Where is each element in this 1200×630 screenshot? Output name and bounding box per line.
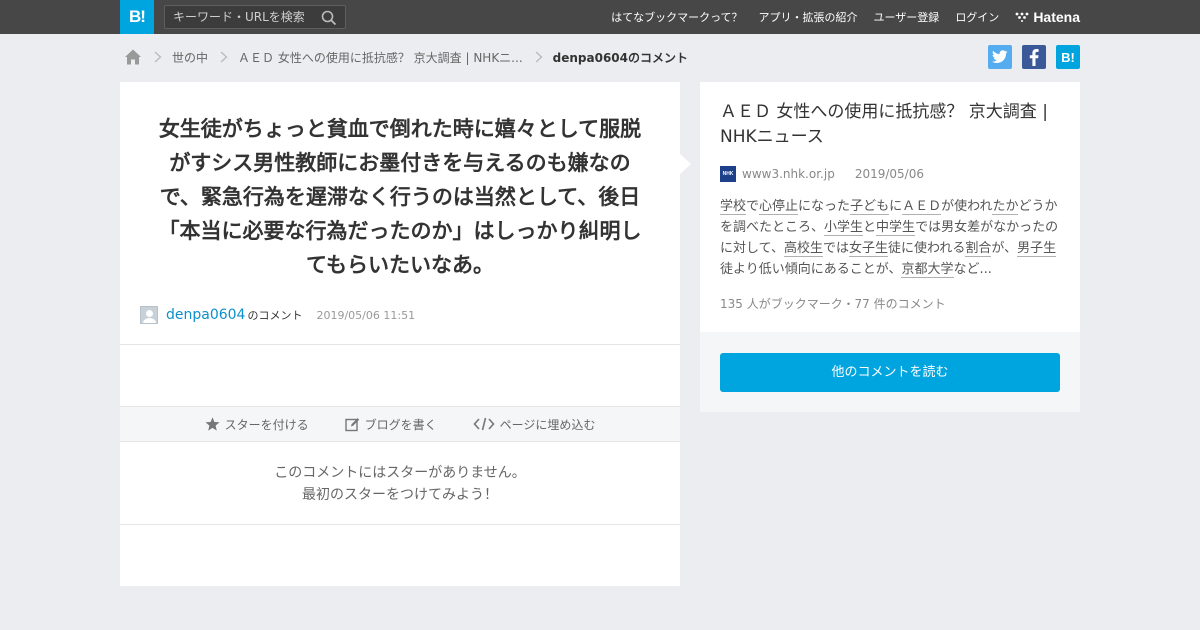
chevron-right-icon bbox=[535, 51, 543, 63]
summary-text: 徒に使われる bbox=[888, 241, 966, 256]
add-star-label: スターを付ける bbox=[224, 417, 309, 432]
article-sidebar: ＡＥＤ 女性への使用に抵抗感？ 京大調査 | NHKニュース NHK www3.… bbox=[700, 82, 1080, 412]
nav-apps[interactable]: アプリ・拡張の紹介 bbox=[759, 9, 858, 25]
twitter-icon bbox=[992, 50, 1008, 63]
summary-keyword-link[interactable]: 京都大学 bbox=[901, 262, 954, 278]
summary-keyword-link[interactable]: 女子生 bbox=[849, 241, 889, 257]
summary-keyword-link[interactable]: 割合 bbox=[965, 241, 992, 257]
star-icon bbox=[205, 417, 220, 431]
nav-login[interactable]: ログイン bbox=[955, 9, 999, 25]
no-star-line-2: 最初のスターをつけてみよう！ bbox=[302, 487, 498, 503]
summary-text: と bbox=[863, 220, 877, 235]
facebook-icon bbox=[1029, 48, 1039, 66]
summary-keyword-link[interactable]: ＡＥＤ bbox=[902, 199, 942, 215]
no-star-message: このコメントにはスターがありません。 最初のスターをつけてみよう！ bbox=[120, 462, 680, 506]
summary-text: 徒より低い傾向にあることが、 bbox=[720, 262, 902, 277]
article-domain[interactable]: www3.nhk.or.jp bbox=[742, 167, 835, 181]
summary-keyword-link[interactable]: 子ども bbox=[850, 199, 890, 215]
article-title-link[interactable]: ＡＥＤ 女性への使用に抵抗感？ 京大調査 | NHKニュース bbox=[720, 100, 1065, 150]
article-date: 2019/05/06 bbox=[854, 167, 924, 181]
username-suffix: のコメント bbox=[247, 309, 303, 322]
summary-text: に bbox=[889, 199, 903, 214]
hatena-brand-link[interactable]: Hatena bbox=[1015, 9, 1080, 25]
twitter-share-button[interactable] bbox=[988, 45, 1012, 69]
summary-keyword-link[interactable]: 中学生 bbox=[876, 220, 916, 236]
username-link[interactable]: denpa0604 bbox=[166, 307, 245, 323]
comment-actions: スターを付ける ブログを書く ページに埋め込む bbox=[120, 406, 680, 442]
summary-text: が、 bbox=[991, 241, 1018, 256]
breadcrumb-current: denpa0604のコメント bbox=[552, 50, 688, 65]
summary-text: になった bbox=[798, 199, 851, 214]
summary-text: が使われ bbox=[941, 199, 993, 214]
comment-text: 女生徒がちょっと貧血で倒れた時に嬉々として服脱がすシス男性教師にお墨付きを与える… bbox=[158, 117, 642, 277]
edit-icon bbox=[344, 417, 359, 431]
hatena-brand-text: Hatena bbox=[1033, 9, 1080, 25]
summary-text: では bbox=[822, 241, 849, 256]
nav-register[interactable]: ユーザー登録 bbox=[874, 9, 940, 25]
write-blog-button[interactable]: ブログを書く bbox=[344, 416, 437, 433]
write-blog-label: ブログを書く bbox=[364, 417, 437, 432]
article-summary: 学校で心停止になった子どもにＡＥＤが使われたかどうかを調べたところ、小学生と中学… bbox=[720, 196, 1060, 280]
summary-keyword-link[interactable]: 心停止 bbox=[759, 199, 799, 215]
chevron-right-icon bbox=[220, 51, 228, 63]
chevron-right-icon bbox=[154, 51, 162, 63]
top-bar: B! はてなブックマークって？ アプリ・拡張の紹介 ユーザー登録 ログイン Ha… bbox=[0, 0, 1200, 34]
summary-keyword-link[interactable]: たか bbox=[992, 199, 1019, 215]
embed-label: ページに埋め込む bbox=[499, 417, 596, 432]
embed-button[interactable]: ページに埋め込む bbox=[473, 416, 596, 433]
share-buttons: B! bbox=[978, 45, 1080, 69]
divider bbox=[120, 344, 680, 345]
nhk-favicon-icon: NHK bbox=[720, 166, 736, 182]
add-star-button[interactable]: スターを付ける bbox=[205, 416, 309, 433]
breadcrumb-article[interactable]: ＡＥＤ 女性への使用に抵抗感？ 京大調査 | NHKニ... bbox=[238, 49, 523, 66]
summary-text: など... bbox=[953, 262, 992, 277]
home-icon[interactable] bbox=[124, 48, 142, 66]
bookmark-stats[interactable]: 135 人がブックマーク・77 件のコメント bbox=[720, 295, 946, 312]
summary-keyword-link[interactable]: 学校 bbox=[720, 199, 747, 215]
hatena-bookmark-logo[interactable]: B! bbox=[120, 0, 154, 34]
hatena-bookmark-share-button[interactable]: B! bbox=[1056, 45, 1080, 69]
read-other-comments-button[interactable]: 他のコメントを読む bbox=[720, 353, 1060, 392]
article-info: ＡＥＤ 女性への使用に抵抗感？ 京大調査 | NHKニュース NHK www3.… bbox=[700, 82, 1080, 332]
summary-keyword-link[interactable]: 高校生 bbox=[783, 241, 823, 257]
search-input[interactable] bbox=[165, 6, 315, 28]
summary-text: で bbox=[746, 199, 760, 214]
comment-card: 女生徒がちょっと貧血で倒れた時に嬉々として服脱がすシス男性教師にお墨付きを与える… bbox=[120, 82, 680, 586]
hatena-dots-icon bbox=[1015, 12, 1029, 22]
divider bbox=[120, 524, 680, 525]
card-pointer bbox=[680, 154, 691, 174]
breadcrumb-category[interactable]: 世の中 bbox=[172, 49, 208, 66]
breadcrumb: 世の中 ＡＥＤ 女性への使用に抵抗感？ 京大調査 | NHKニ... denpa… bbox=[124, 46, 688, 68]
nav-about[interactable]: はてなブックマークって？ bbox=[611, 9, 742, 25]
article-source: NHK www3.nhk.or.jp 2019/05/06 bbox=[720, 166, 924, 182]
search-box bbox=[164, 5, 346, 29]
search-icon[interactable] bbox=[321, 10, 337, 26]
facebook-share-button[interactable] bbox=[1022, 45, 1046, 69]
comment-datetime[interactable]: 2019/05/06 11:51 bbox=[316, 309, 415, 322]
no-star-line-1: このコメントにはスターがありません。 bbox=[274, 465, 526, 481]
summary-keyword-link[interactable]: 小学生 bbox=[824, 220, 864, 236]
summary-keyword-link[interactable]: 男子生 bbox=[1017, 241, 1057, 257]
code-icon bbox=[473, 417, 495, 431]
top-nav: はてなブックマークって？ アプリ・拡張の紹介 ユーザー登録 ログイン Haten… bbox=[595, 0, 1080, 34]
comment-meta: denpa0604 のコメント 2019/05/06 11:51 bbox=[140, 305, 415, 325]
avatar[interactable] bbox=[140, 306, 158, 324]
